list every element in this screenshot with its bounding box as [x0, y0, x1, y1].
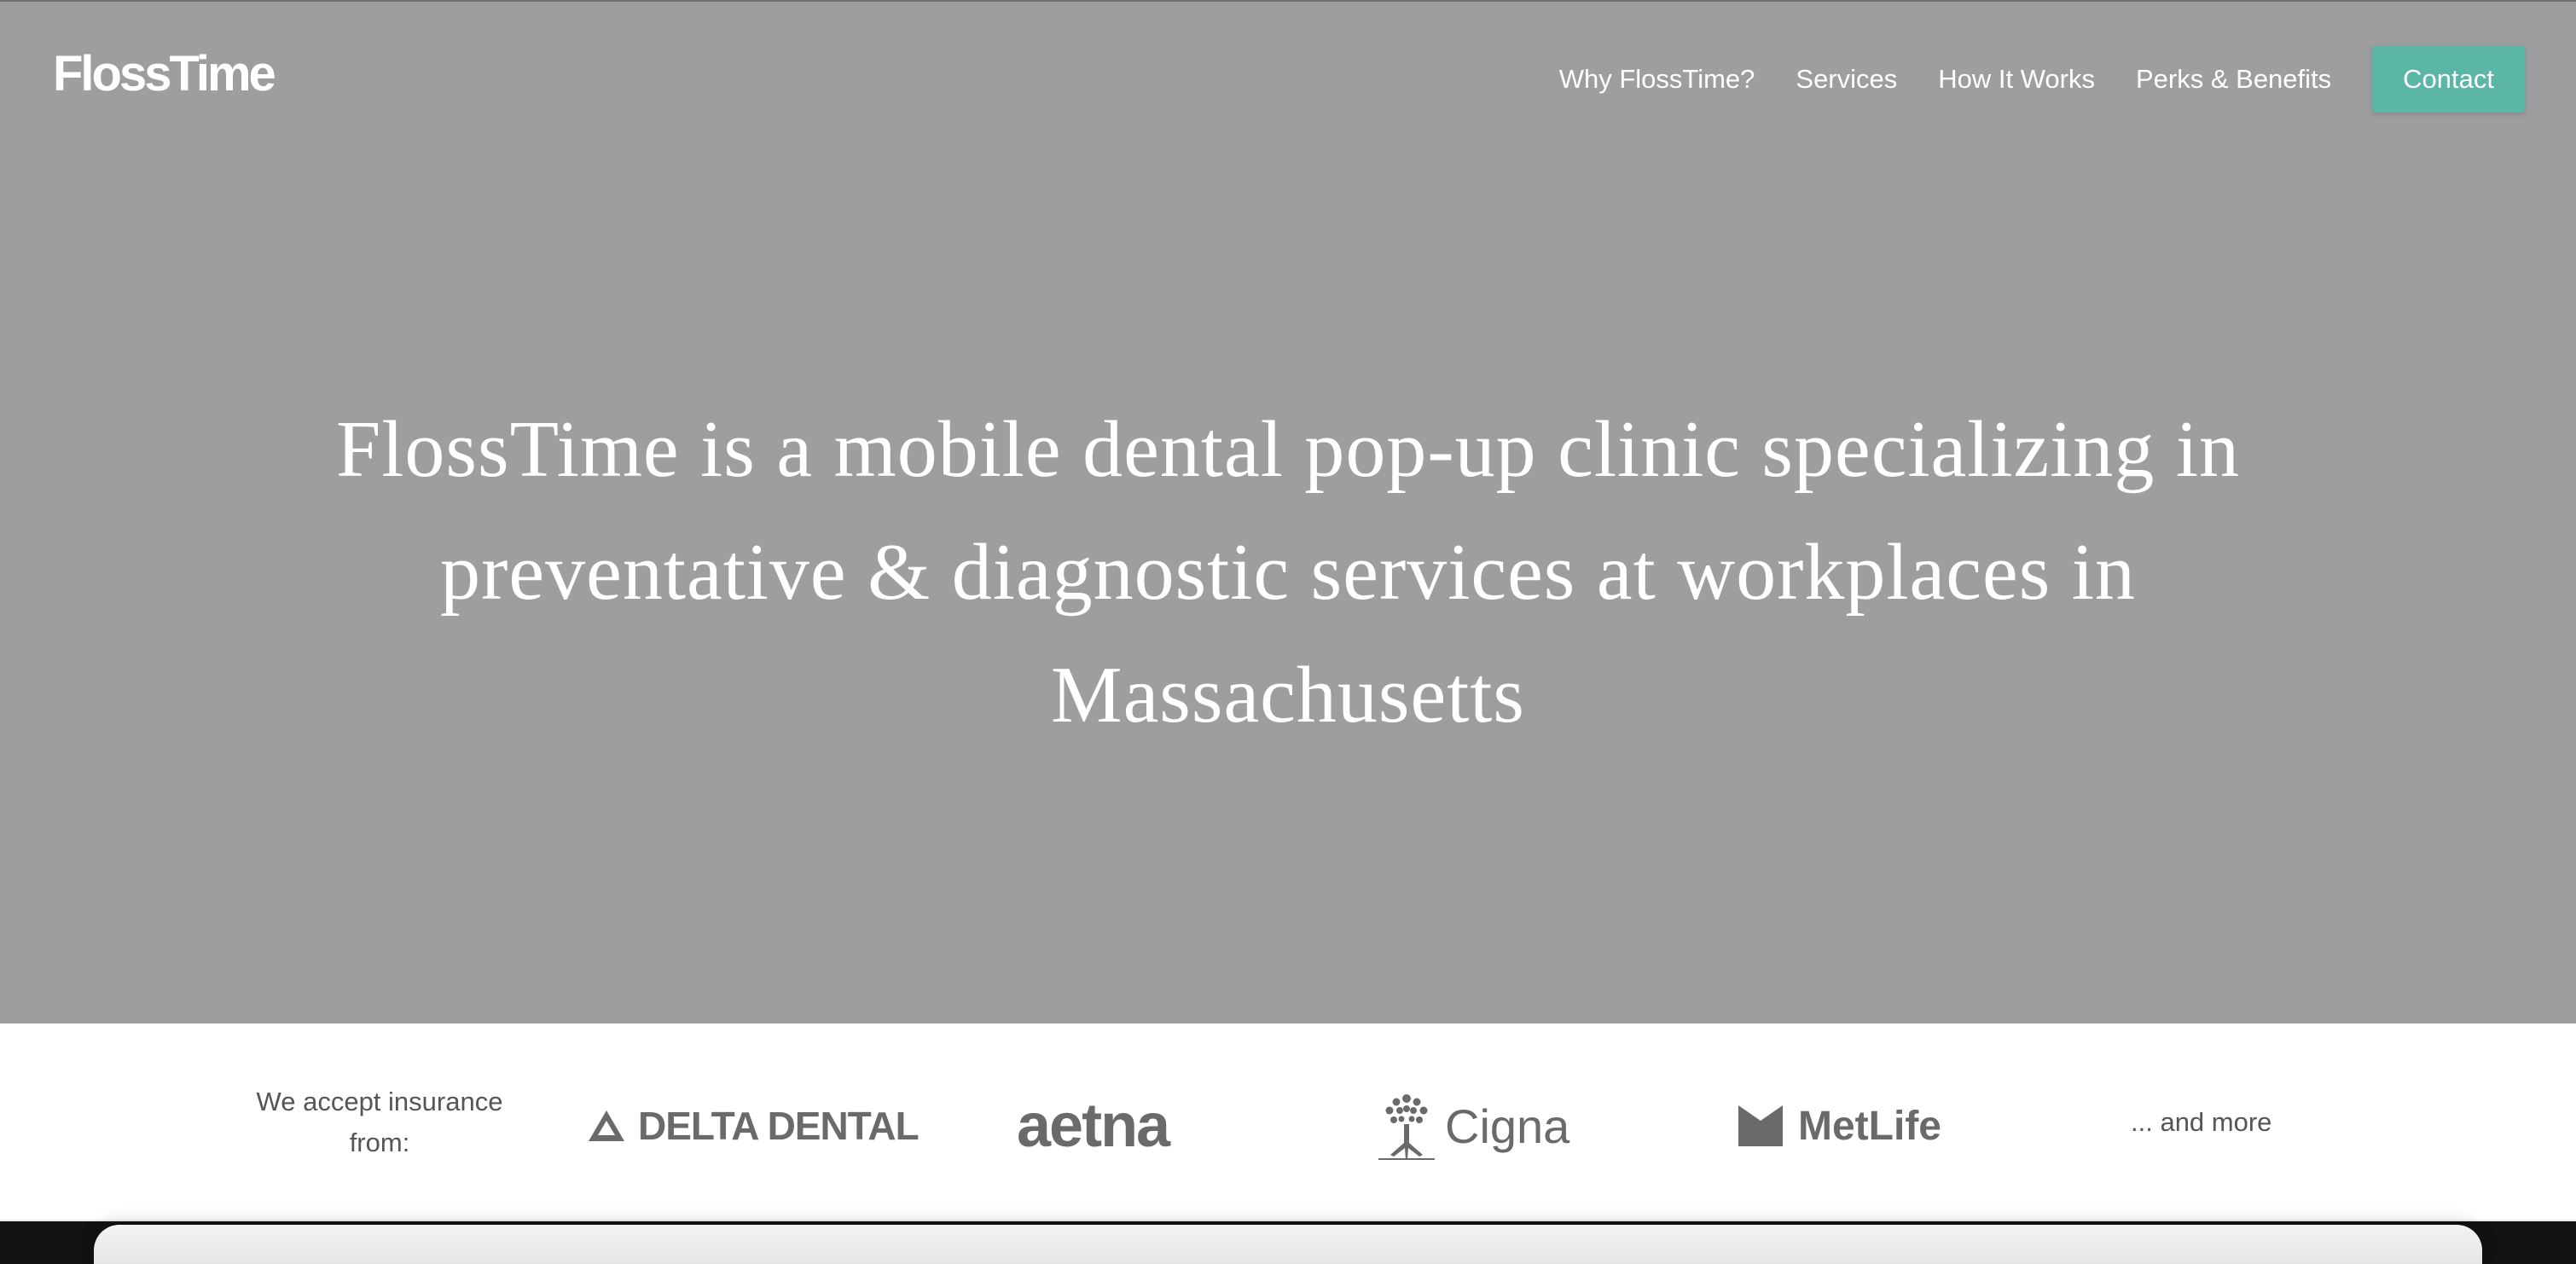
cigna-logo: Cigna	[1373, 1083, 1569, 1168]
nav-why-flosstime[interactable]: Why FlossTime?	[1559, 64, 1755, 95]
page: FlossTime Why FlossTime? Services How It…	[0, 0, 2576, 1264]
aetna-logo: aetna	[1017, 1083, 1170, 1168]
cigna-tree-icon	[1378, 1094, 1435, 1160]
site-logo[interactable]: FlossTime	[53, 49, 276, 99]
nav-perks-benefits[interactable]: Perks & Benefits	[2136, 64, 2331, 95]
metlife-m-icon	[1738, 1105, 1783, 1146]
hero-headline: FlossTime is a mobile dental pop-up clin…	[336, 404, 2240, 739]
metlife-logo: MetLife	[1737, 1083, 1941, 1168]
and-more-text: ... and more	[2131, 1107, 2272, 1137]
aetna-text: aetna	[1017, 1092, 1170, 1160]
contact-button[interactable]: Contact	[2372, 46, 2525, 113]
delta-dental-text: DELTA DENTAL	[638, 1104, 920, 1148]
nav-services[interactable]: Services	[1796, 64, 1897, 95]
cigna-text: Cigna	[1445, 1099, 1570, 1153]
hero-section: FlossTime Why FlossTime? Services How It…	[0, 0, 2576, 1023]
next-section-peek	[94, 1225, 2482, 1264]
insurance-label: We accept insurance from:	[256, 1087, 503, 1157]
main-nav: Why FlossTime? Services How It Works Per…	[1559, 46, 2525, 113]
metlife-text: MetLife	[1798, 1103, 1941, 1149]
nav-how-it-works[interactable]: How It Works	[1938, 64, 2095, 95]
insurance-section: We accept insurance from: DELTA DENTAL a…	[0, 1023, 2576, 1221]
delta-triangle-icon	[589, 1110, 624, 1141]
delta-dental-logo: DELTA DENTAL	[587, 1083, 920, 1168]
